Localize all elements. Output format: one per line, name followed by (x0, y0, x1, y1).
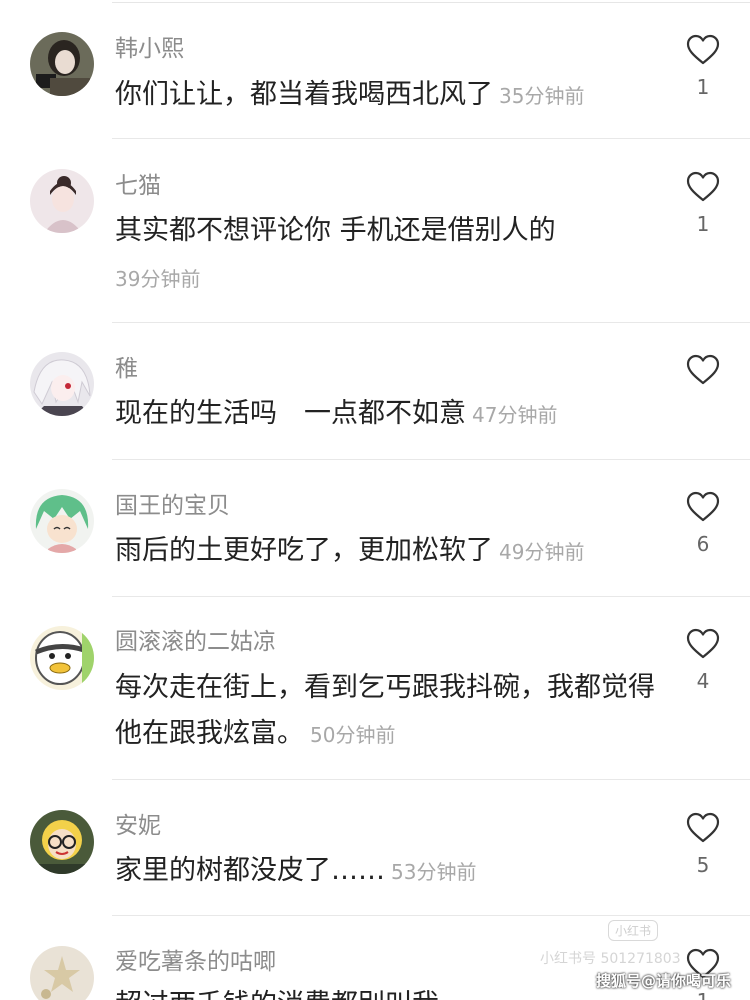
comment-text: 你们让让，都当着我喝西北风了 35分钟前 (115, 72, 655, 119)
comment-list-page: 韩小熙 你们让让，都当着我喝西北风了 35分钟前 1 七猫 其实都不想评论你 手机… (0, 0, 750, 1000)
like-button[interactable]: 4 (682, 628, 724, 692)
avatar[interactable] (30, 626, 94, 690)
like-count: 1 (696, 212, 710, 236)
avatar[interactable] (30, 946, 94, 1000)
app-watermark-id: 小红书号 501271803 (540, 951, 681, 967)
like-count: 5 (696, 853, 710, 877)
like-button[interactable]: 1 (682, 34, 724, 98)
avatar[interactable] (30, 489, 94, 553)
comment-body: 超过两千钱的消费都别叫我 (115, 989, 439, 1000)
avatar[interactable] (30, 32, 94, 96)
username[interactable]: 稚 (115, 355, 138, 383)
divider (112, 596, 750, 597)
comment-body: 家里的树都没皮了…… (115, 855, 385, 886)
like-button[interactable] (682, 354, 724, 396)
comment-body: 其实都不想评论你 手机还是借别人的 (115, 215, 556, 246)
like-button[interactable]: 6 (682, 491, 724, 555)
username[interactable]: 圆滚滚的二姑凉 (115, 628, 276, 656)
comment-text: 雨后的土更好吃了，更加松软了 49分钟前 (115, 528, 655, 575)
heart-outline-icon (686, 171, 720, 202)
username[interactable]: 安妮 (115, 812, 161, 840)
heart-outline-icon (686, 812, 720, 843)
username[interactable]: 爱吃薯条的咕唧 (115, 948, 276, 976)
heart-outline-icon (686, 354, 720, 385)
avatar[interactable] (30, 169, 94, 233)
avatar[interactable] (30, 352, 94, 416)
comment-time: 47分钟前 (472, 403, 558, 427)
comment-text: 超过两千钱的消费都别叫我 (115, 982, 655, 1000)
heart-outline-icon (686, 628, 720, 659)
divider (112, 138, 750, 139)
username[interactable]: 韩小熙 (115, 35, 184, 63)
comment-time: 49分钟前 (499, 540, 585, 564)
divider (112, 779, 750, 780)
comment-body: 现在的生活吗 一点都不如意 (115, 398, 466, 429)
comment-text: 其实都不想评论你 手机还是借别人的 (115, 208, 655, 254)
comment-text: 家里的树都没皮了…… 53分钟前 (115, 848, 655, 895)
comment-time: 53分钟前 (391, 860, 477, 884)
username[interactable]: 七猫 (115, 172, 161, 200)
like-button[interactable]: 1 (682, 171, 724, 235)
divider (112, 459, 750, 460)
comment-time: 35分钟前 (499, 84, 585, 108)
comment-time: 39分钟前 (115, 267, 201, 291)
like-count: 1 (696, 75, 710, 99)
comment-text: 每次走在街上，看到乞丐跟我抖碗，我都觉得他在跟我炫富。 50分钟前 (115, 665, 655, 758)
divider (112, 915, 750, 916)
comment-text: 现在的生活吗 一点都不如意 47分钟前 (115, 391, 655, 438)
heart-outline-icon (686, 34, 720, 65)
username[interactable]: 国王的宝贝 (115, 492, 230, 520)
comment-body: 你们让让，都当着我喝西北风了 (115, 79, 493, 110)
comment-body: 雨后的土更好吃了，更加松软了 (115, 535, 493, 566)
avatar[interactable] (30, 810, 94, 874)
app-watermark-badge: 小红书 (607, 920, 658, 941)
heart-outline-icon (686, 491, 720, 522)
like-count: 6 (696, 532, 710, 556)
divider (112, 2, 750, 3)
like-count: 4 (696, 669, 710, 693)
sohu-watermark: 搜狐号@请你喝可乐 (596, 972, 732, 990)
divider (112, 322, 750, 323)
like-button[interactable]: 5 (682, 812, 724, 876)
like-count: 1 (682, 990, 724, 1000)
comment-time: 50分钟前 (310, 723, 396, 747)
